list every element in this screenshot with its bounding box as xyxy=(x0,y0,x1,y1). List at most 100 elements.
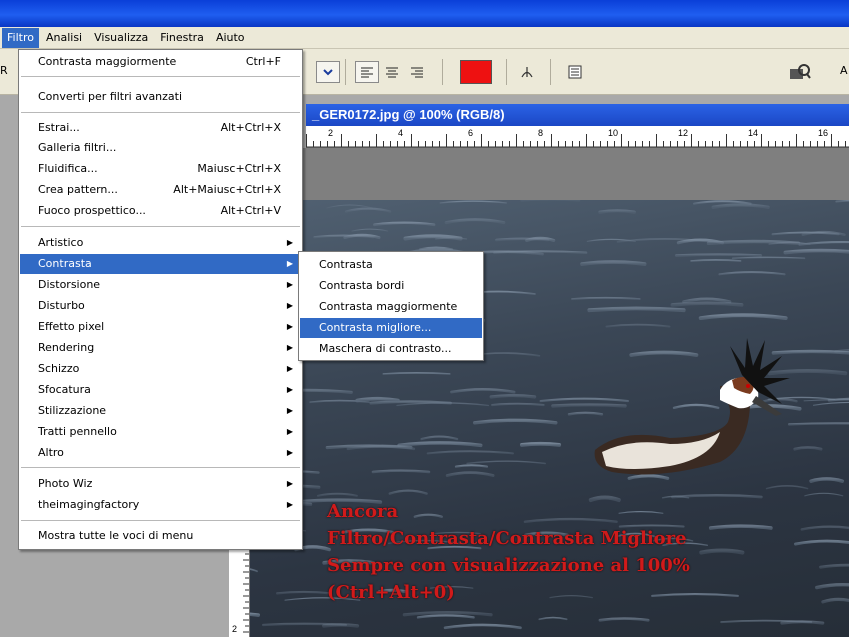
water-ripple xyxy=(344,207,392,213)
window-titlebar xyxy=(0,0,849,27)
water-ripple xyxy=(443,623,522,630)
submenu-item-sharpen-edges[interactable]: Contrasta bordi xyxy=(300,276,482,296)
align-center-icon[interactable] xyxy=(380,61,404,83)
toolbar-separator xyxy=(442,59,443,85)
water-ripple xyxy=(489,393,537,399)
water-ripple xyxy=(793,446,823,451)
menu-item-pattern-maker[interactable]: Crea pattern... Alt+Maiusc+Ctrl+X xyxy=(20,180,301,200)
water-ripple xyxy=(780,620,825,625)
document-title[interactable]: _GER0172.jpg @ 100% (RGB/8) xyxy=(306,104,849,126)
horizontal-ruler[interactable]: 2 4 6 8 10 12 14 16 xyxy=(306,126,849,148)
menu-item-vanishing-point[interactable]: Fuoco prospettico... Alt+Ctrl+V xyxy=(20,201,301,221)
menu-analisi[interactable]: Analisi xyxy=(41,28,87,48)
menu-visualizza[interactable]: Visualizza xyxy=(89,28,153,48)
ruler-tick-label: 12 xyxy=(678,128,689,138)
palette-icon[interactable] xyxy=(563,61,587,83)
water-ripple xyxy=(690,259,742,262)
menu-finestra[interactable]: Finestra xyxy=(155,28,209,48)
menu-separator xyxy=(21,467,300,468)
water-ripple xyxy=(671,494,763,499)
menu-item-sharpen[interactable]: Contrasta ▶ xyxy=(20,254,301,274)
water-ripple xyxy=(250,568,258,573)
water-ripple xyxy=(325,444,413,450)
water-ripple xyxy=(629,350,699,357)
water-ripple xyxy=(767,368,848,376)
menu-item-blur[interactable]: Sfocatura ▶ xyxy=(20,380,301,400)
water-ripple xyxy=(450,387,516,394)
water-ripple xyxy=(416,614,475,619)
toolbar-separator xyxy=(345,59,346,85)
water-ripple xyxy=(445,471,495,477)
water-ripple xyxy=(397,441,483,448)
submenu-item-smart-sharpen[interactable]: Contrasta migliore... xyxy=(300,318,482,338)
menu-item-distort[interactable]: Distorsione ▶ xyxy=(20,275,301,295)
canvas-margin xyxy=(250,148,849,200)
water-ripple xyxy=(355,396,400,403)
water-ripple xyxy=(731,256,806,260)
menu-item-repeat-filter[interactable]: Contrasta maggiormente Ctrl+F xyxy=(20,52,301,72)
caption-line: Sempre con visualizzazione al 100% xyxy=(327,555,690,576)
water-ripple xyxy=(439,200,507,204)
menu-separator xyxy=(21,112,300,113)
menu-item-render[interactable]: Rendering ▶ xyxy=(20,338,301,358)
menu-item-other[interactable]: Altro ▶ xyxy=(20,443,301,463)
menu-aiuto[interactable]: Aiuto xyxy=(211,28,250,48)
toolbar-clipped-label: A xyxy=(840,64,848,77)
menu-item-filter-gallery[interactable]: Galleria filtri... xyxy=(20,138,301,158)
menu-filtro[interactable]: Filtro xyxy=(2,27,39,48)
water-ripple xyxy=(718,271,786,276)
tutorial-caption: Ancora Filtro/Contrasta/Contrasta Miglio… xyxy=(327,498,847,606)
menu-separator xyxy=(21,520,300,521)
water-ripple xyxy=(787,422,849,426)
menu-item-theimagingfactory[interactable]: theimagingfactory ▶ xyxy=(20,495,301,515)
water-ripple xyxy=(491,402,545,407)
water-ripple xyxy=(804,492,844,497)
water-ripple xyxy=(587,306,686,313)
water-ripple xyxy=(765,485,809,490)
water-ripple xyxy=(672,403,720,410)
submenu-item-unsharp-mask[interactable]: Maschera di contrasto... xyxy=(300,339,482,359)
water-ripple xyxy=(326,204,374,209)
menu-item-photo-wiz[interactable]: Photo Wiz ▶ xyxy=(20,474,301,494)
text-color-swatch[interactable] xyxy=(460,60,492,84)
ruler-tick-label: 10 xyxy=(608,128,619,138)
ruler-tick-label: 16 xyxy=(818,128,829,138)
water-ripple xyxy=(605,323,671,328)
water-ripple xyxy=(809,477,845,483)
menu-item-extract[interactable]: Estrai... Alt+Ctrl+X xyxy=(20,118,301,138)
water-ripple xyxy=(798,241,849,246)
submenu-item-sharpen-more[interactable]: Contrasta maggiormente xyxy=(300,297,482,317)
water-ripple xyxy=(711,203,770,209)
submenu-item-sharpen[interactable]: Contrasta xyxy=(300,255,482,275)
chevron-down-icon[interactable] xyxy=(316,61,340,83)
water-ripple xyxy=(682,297,732,304)
menu-item-noise[interactable]: Disturbo ▶ xyxy=(20,296,301,316)
menu-item-sketch[interactable]: Schizzo ▶ xyxy=(20,359,301,379)
bridge-icon[interactable] xyxy=(786,61,814,83)
menu-item-brush-strokes[interactable]: Tratti pennello ▶ xyxy=(20,422,301,442)
sharpen-submenu: Contrasta Contrasta bordi Contrasta magg… xyxy=(298,251,484,361)
water-ripple xyxy=(351,228,389,232)
align-left-icon[interactable] xyxy=(355,61,379,83)
caption-line: (Ctrl+Alt+0) xyxy=(327,582,455,603)
water-ripple xyxy=(627,474,670,480)
menu-item-show-all[interactable]: Mostra tutte le voci di menu xyxy=(20,526,301,546)
water-ripple xyxy=(783,248,849,255)
menu-item-artistic[interactable]: Artistico ▶ xyxy=(20,233,301,253)
water-ripple xyxy=(812,401,849,406)
water-ripple xyxy=(771,349,849,355)
water-ripple xyxy=(466,460,546,465)
warp-text-icon[interactable] xyxy=(515,61,539,83)
water-ripple xyxy=(388,489,428,495)
ruler-tick-label: 14 xyxy=(748,128,759,138)
toolbar-separator xyxy=(506,59,507,85)
ruler-tick-label: 6 xyxy=(468,128,474,138)
menu-item-stylize[interactable]: Stilizzazione ▶ xyxy=(20,401,301,421)
water-ripple xyxy=(698,313,788,321)
menu-item-pixelate[interactable]: Effetto pixel ▶ xyxy=(20,317,301,337)
menu-item-liquify[interactable]: Fluidifica... Maiusc+Ctrl+X xyxy=(20,159,301,179)
align-right-icon[interactable] xyxy=(405,61,429,83)
water-ripple xyxy=(396,402,490,407)
menu-item-convert-smart[interactable]: Converti per filtri avanzati xyxy=(20,87,301,107)
water-ripple xyxy=(538,616,568,621)
